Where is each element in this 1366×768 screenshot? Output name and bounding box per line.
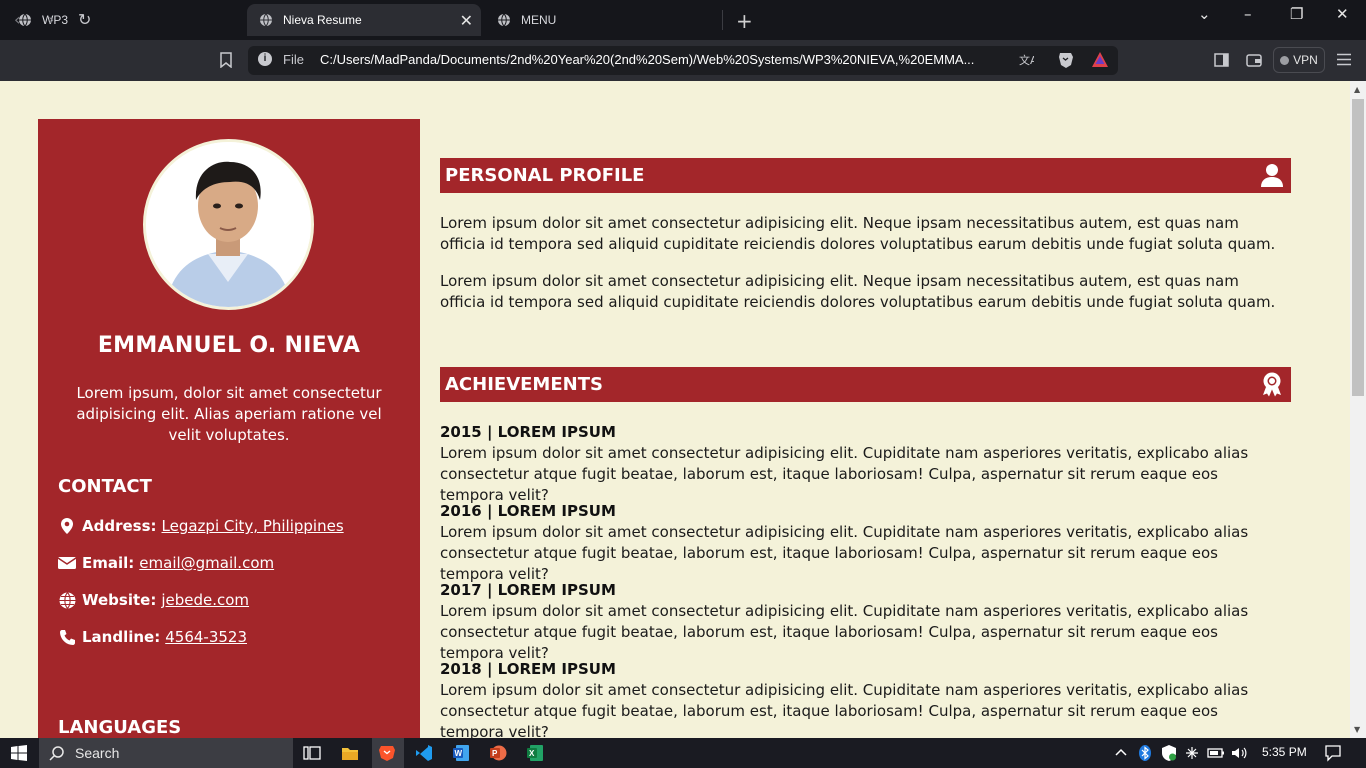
svg-text:P: P	[492, 749, 498, 758]
brave-rewards-icon[interactable]	[1091, 51, 1109, 68]
tab-label: MENU	[521, 13, 557, 27]
contact-heading: CONTACT	[58, 476, 152, 497]
tab-label: WP3	[42, 13, 69, 27]
page-scrollbar[interactable]: ▲ ▼	[1350, 81, 1366, 738]
page-viewport: EMMANUEL O. NIEVA Lorem ipsum, dolor sit…	[0, 81, 1350, 738]
map-pin-icon	[58, 517, 76, 535]
wallet-icon[interactable]	[1246, 53, 1262, 67]
section-bar-profile: PERSONAL PROFILE	[440, 158, 1291, 193]
achievement-text: Lorem ipsum dolor sit amet consectetur a…	[440, 444, 1249, 504]
site-info-icon[interactable]: i	[258, 52, 272, 66]
globe-icon	[498, 13, 510, 27]
section-title: ACHIEVEMENTS	[445, 374, 603, 395]
resume-name: EMMANUEL O. NIEVA	[97, 333, 361, 358]
scroll-up-arrow-icon[interactable]: ▲	[1354, 85, 1360, 94]
reload-button[interactable]: ↻	[78, 10, 91, 29]
achievement-text: Lorem ipsum dolor sit amet consectetur a…	[440, 681, 1249, 738]
vpn-button[interactable]: VPN	[1273, 47, 1325, 73]
svg-text:文A: 文A	[1019, 53, 1034, 67]
tab-nieva-resume[interactable]: Nieva Resume ✕	[247, 4, 481, 36]
achievement-text: Lorem ipsum dolor sit amet consectetur a…	[440, 602, 1249, 662]
sidebar-toggle-icon[interactable]	[1214, 53, 1229, 67]
taskbar-search-box[interactable]: Search	[39, 738, 293, 768]
minimize-button[interactable]: –	[1244, 5, 1252, 23]
profile-photo	[143, 139, 314, 310]
profile-paragraph: Lorem ipsum dolor sit amet consectetur a…	[440, 272, 1276, 311]
tab-divider	[722, 10, 723, 30]
avatar	[146, 142, 311, 307]
globe-icon	[58, 591, 76, 609]
restore-button[interactable]: ❐	[1290, 5, 1303, 23]
windows-start-icon[interactable]	[11, 745, 27, 761]
contact-label: Website:	[82, 591, 157, 609]
network-icon[interactable]	[1183, 744, 1201, 762]
search-icon	[49, 746, 64, 761]
url-text[interactable]: C:/Users/MadPanda/Documents/2nd%20Year%2…	[320, 52, 974, 67]
svg-text:W: W	[455, 749, 463, 758]
languages-heading: LANGUAGES	[58, 717, 182, 738]
word-icon[interactable]: W	[452, 744, 470, 762]
translate-icon[interactable]: 文A	[1018, 52, 1034, 68]
contact-label: Address:	[82, 517, 157, 535]
powerpoint-icon[interactable]: P	[489, 744, 507, 762]
award-icon	[1263, 372, 1281, 397]
contact-email: Email: email@gmail.com	[58, 554, 274, 572]
tab-wp3[interactable]: WP3	[6, 4, 246, 36]
achievement-heading: 2015 | LOREM IPSUM	[440, 423, 616, 441]
user-icon	[1261, 164, 1283, 187]
show-hidden-icons-chevron-icon[interactable]	[1112, 744, 1130, 762]
file-explorer-icon[interactable]	[341, 744, 359, 762]
vpn-status-icon	[1280, 55, 1290, 65]
close-window-button[interactable]: ✕	[1336, 5, 1349, 23]
envelope-icon	[58, 554, 76, 572]
contact-landline: Landline: 4564-3523	[58, 628, 247, 646]
menu-icon[interactable]	[1337, 53, 1351, 66]
address-link[interactable]: Legazpi City, Philippines	[162, 517, 344, 535]
achievement-heading: 2016 | LOREM IPSUM	[440, 502, 616, 520]
tab-menu[interactable]: MENU	[485, 4, 715, 36]
tab-label: Nieva Resume	[283, 13, 362, 27]
forward-button[interactable]: ›	[48, 10, 54, 29]
contact-address: Address: Legazpi City, Philippines	[58, 517, 344, 535]
website-link[interactable]: jebede.com	[161, 591, 249, 609]
globe-icon	[260, 13, 272, 27]
task-view-icon[interactable]	[303, 744, 321, 762]
taskbar-clock[interactable]: 5:35 PM	[1262, 745, 1307, 759]
close-tab-icon[interactable]: ✕	[460, 11, 473, 31]
profile-paragraph: Lorem ipsum dolor sit amet consectetur a…	[440, 214, 1276, 253]
resume-sidebar: EMMANUEL O. NIEVA Lorem ipsum, dolor sit…	[38, 119, 420, 738]
achievement-heading: 2018 | LOREM IPSUM	[440, 660, 616, 678]
landline-link[interactable]: 4564-3523	[165, 628, 247, 646]
achievement-heading: 2017 | LOREM IPSUM	[440, 581, 616, 599]
section-bar-achievements: ACHIEVEMENTS	[440, 367, 1291, 402]
bookmark-icon[interactable]	[219, 52, 233, 68]
vpn-label: VPN	[1293, 53, 1318, 67]
new-tab-button[interactable]: +	[736, 9, 753, 33]
security-shield-icon[interactable]	[1160, 744, 1178, 762]
svg-text:X: X	[529, 749, 535, 758]
achievement-text: Lorem ipsum dolor sit amet consectetur a…	[440, 523, 1249, 583]
back-button[interactable]: ‹	[14, 10, 20, 29]
contact-website: Website: jebede.com	[58, 591, 249, 609]
contact-label: Email:	[82, 554, 135, 572]
notifications-icon[interactable]	[1324, 744, 1342, 762]
tab-search-chevron-icon[interactable]: ⌄	[1198, 5, 1211, 23]
volume-icon[interactable]	[1230, 744, 1248, 762]
brave-shields-icon[interactable]	[1057, 51, 1074, 69]
phone-icon	[58, 628, 76, 646]
url-scheme-label: File	[283, 52, 304, 67]
brave-browser-icon[interactable]	[378, 744, 396, 762]
scrollbar-thumb[interactable]	[1352, 99, 1364, 396]
battery-icon[interactable]	[1207, 744, 1225, 762]
search-label: Search	[75, 745, 120, 761]
scroll-down-arrow-icon[interactable]: ▼	[1354, 725, 1360, 734]
vscode-icon[interactable]	[415, 744, 433, 762]
resume-tagline: Lorem ipsum, dolor sit amet consectetur …	[76, 384, 382, 444]
contact-label: Landline:	[82, 628, 161, 646]
excel-icon[interactable]: X	[526, 744, 544, 762]
bluetooth-icon[interactable]	[1136, 744, 1154, 762]
email-link[interactable]: email@gmail.com	[139, 554, 274, 572]
section-title: PERSONAL PROFILE	[445, 165, 645, 186]
